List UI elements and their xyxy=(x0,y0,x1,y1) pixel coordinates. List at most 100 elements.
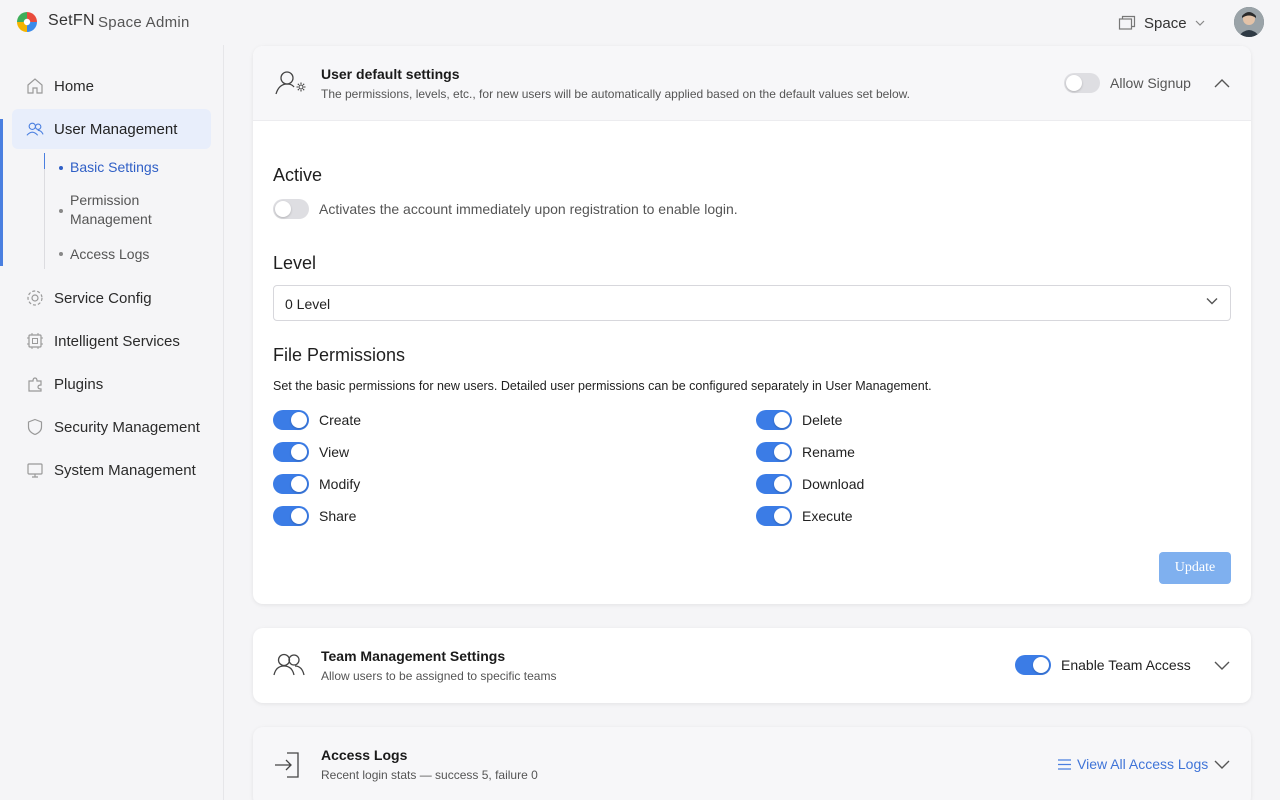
sidebar-item-label: Plugins xyxy=(54,375,104,393)
chip-icon xyxy=(26,332,44,350)
chevron-down-icon[interactable] xyxy=(1214,661,1230,671)
toggle-knob xyxy=(774,412,790,428)
list-icon xyxy=(1058,758,1071,770)
toggle-knob xyxy=(1066,75,1082,91)
toggle-knob xyxy=(1033,657,1049,673)
sidebar: Home User Management Basic Settings Perm… xyxy=(0,45,224,800)
team-management-card: Team Management Settings Allow users to … xyxy=(253,628,1251,703)
sidebar-item-security-management[interactable]: Security Management xyxy=(12,407,211,447)
sub-item-basic-settings[interactable]: Basic Settings xyxy=(70,158,159,177)
card-subtitle: The permissions, levels, etc., for new u… xyxy=(321,87,910,101)
toggle-knob xyxy=(774,444,790,460)
sidebar-item-label: Home xyxy=(54,77,95,95)
permission-label: Download xyxy=(802,476,865,492)
modify-permission-toggle[interactable] xyxy=(273,474,309,494)
download-permission-toggle[interactable] xyxy=(756,474,792,494)
bullet-dot xyxy=(59,252,63,256)
level-select[interactable]: 0 Level xyxy=(273,285,1231,321)
brand-subtitle: Space Admin xyxy=(98,14,190,31)
view-permission-toggle[interactable] xyxy=(273,442,309,462)
card-title: Team Management Settings xyxy=(321,648,506,664)
user-settings-icon xyxy=(275,71,306,95)
toggle-knob xyxy=(291,444,307,460)
sidebar-item-home[interactable]: Home xyxy=(12,66,211,106)
card-header[interactable]: Team Management Settings Allow users to … xyxy=(253,628,1251,703)
login-icon xyxy=(275,752,299,778)
active-toggle[interactable] xyxy=(273,199,309,219)
brand-name: SetFN xyxy=(48,12,95,29)
sidebar-item-plugins[interactable]: Plugins xyxy=(12,364,211,404)
chevron-down-icon xyxy=(1195,20,1204,26)
file-permissions-heading: File Permissions xyxy=(273,345,406,365)
allow-signup-label: Allow Signup xyxy=(1110,75,1191,91)
home-icon xyxy=(26,77,44,95)
puzzle-icon xyxy=(26,375,44,393)
window-icon xyxy=(1118,15,1136,30)
avatar[interactable] xyxy=(1234,7,1264,37)
view-all-access-logs-link[interactable]: View All Access Logs xyxy=(1058,756,1208,772)
sidebar-item-intelligent-services[interactable]: Intelligent Services xyxy=(12,321,211,361)
sidebar-item-label: User Management xyxy=(54,120,178,138)
sidebar-item-label: Security Management xyxy=(54,418,200,436)
sidebar-item-label: System Management xyxy=(54,461,196,479)
permission-label: View xyxy=(319,444,350,460)
file-permissions-description: Set the basic permissions for new users.… xyxy=(273,379,932,393)
card-subtitle: Allow users to be assigned to specific t… xyxy=(321,669,557,683)
create-permission-toggle[interactable] xyxy=(273,410,309,430)
users-icon xyxy=(26,120,44,138)
active-heading: Active xyxy=(273,165,323,185)
top-header: SetFN Space Admin Space xyxy=(0,0,1280,45)
chevron-up-icon[interactable] xyxy=(1214,78,1230,88)
share-permission-toggle[interactable] xyxy=(273,506,309,526)
setfn-logo-icon[interactable] xyxy=(16,11,38,33)
sidebar-item-label: Service Config xyxy=(54,289,152,307)
toggle-knob xyxy=(774,476,790,492)
level-select-value: 0 Level xyxy=(285,296,331,312)
sidebar-item-user-management[interactable]: User Management xyxy=(12,109,211,149)
toggle-knob xyxy=(291,508,307,524)
card-title: Access Logs xyxy=(321,747,408,763)
bullet-dot xyxy=(59,209,63,213)
user-avatar-icon xyxy=(1234,7,1264,37)
chevron-down-icon xyxy=(1206,298,1218,305)
toggle-knob xyxy=(275,201,291,217)
permission-label: Delete xyxy=(802,412,843,428)
sidebar-item-service-config[interactable]: Service Config xyxy=(12,278,211,318)
space-label: Space xyxy=(1144,14,1187,32)
card-header[interactable]: Access Logs Recent login stats — success… xyxy=(253,727,1251,800)
toggle-knob xyxy=(774,508,790,524)
level-heading: Level xyxy=(273,253,317,273)
permission-label: Modify xyxy=(319,476,361,492)
chevron-down-icon[interactable] xyxy=(1214,760,1230,770)
space-selector[interactable]: Space xyxy=(1118,12,1205,34)
card-subtitle: Recent login stats — success 5, failure … xyxy=(321,768,538,782)
permission-label: Execute xyxy=(802,508,853,524)
permission-label: Create xyxy=(319,412,362,428)
toggle-knob xyxy=(291,476,307,492)
delete-permission-toggle[interactable] xyxy=(756,410,792,430)
card-title: User default settings xyxy=(321,66,460,82)
team-icon xyxy=(273,653,305,676)
active-description: Activates the account immediately upon r… xyxy=(319,201,738,217)
card-header[interactable]: User default settings The permissions, l… xyxy=(253,46,1251,121)
bullet-dot xyxy=(59,166,63,170)
update-button[interactable]: Update xyxy=(1159,552,1231,584)
sidebar-item-system-management[interactable]: System Management xyxy=(12,450,211,490)
sub-item-permission-management[interactable]: Permission Management xyxy=(70,191,170,229)
rename-permission-toggle[interactable] xyxy=(756,442,792,462)
access-logs-card: Access Logs Recent login stats — success… xyxy=(253,727,1251,800)
gear-icon xyxy=(26,289,44,307)
allow-signup-toggle[interactable] xyxy=(1064,73,1100,93)
sidebar-item-label: Intelligent Services xyxy=(54,332,180,350)
view-all-label: View All Access Logs xyxy=(1077,756,1209,772)
enable-team-access-toggle[interactable] xyxy=(1015,655,1051,675)
sub-active-line xyxy=(44,153,45,169)
permission-label: Rename xyxy=(802,444,855,460)
monitor-icon xyxy=(26,461,44,479)
sub-line xyxy=(44,169,45,269)
shield-icon xyxy=(26,418,44,436)
user-default-settings-card: User default settings The permissions, l… xyxy=(253,46,1251,604)
sub-item-access-logs[interactable]: Access Logs xyxy=(70,245,149,264)
execute-permission-toggle[interactable] xyxy=(756,506,792,526)
toggle-knob xyxy=(291,412,307,428)
